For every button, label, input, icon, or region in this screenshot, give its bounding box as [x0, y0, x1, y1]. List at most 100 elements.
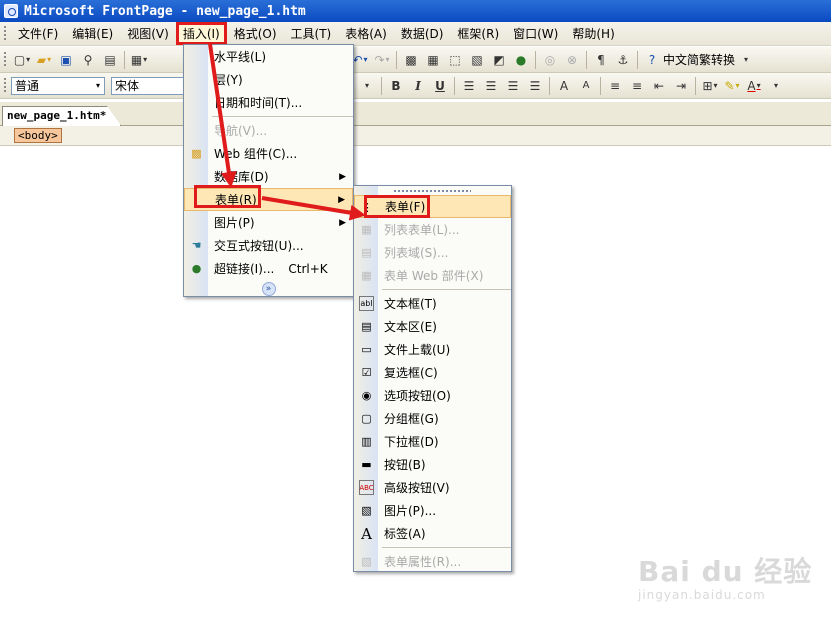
- toolbar-grip-handle[interactable]: [2, 51, 8, 68]
- list-form-icon: ▦: [361, 223, 372, 236]
- underline-button[interactable]: U: [431, 77, 449, 95]
- picture-icon[interactable]: ▧: [468, 51, 486, 69]
- menu-item-navigation[interactable]: 导航(V)...: [184, 119, 353, 142]
- menu-item-dropdown-box[interactable]: ▥ 下拉框(D): [354, 430, 511, 453]
- menu-data[interactable]: 数据(D): [394, 22, 451, 45]
- menu-item-hyperlink[interactable]: ● 超链接(I)... Ctrl+K: [184, 257, 353, 280]
- menu-item-textarea[interactable]: ▤ 文本区(E): [354, 315, 511, 338]
- numbered-list-icon[interactable]: ≡: [606, 77, 624, 95]
- menu-item-web-component[interactable]: ▩ Web 组件(C)...: [184, 142, 353, 165]
- body-tag-chip[interactable]: <body>: [14, 128, 62, 143]
- web-component-icon[interactable]: ▩: [402, 51, 420, 69]
- anchor-icon[interactable]: ⚓: [614, 51, 632, 69]
- decrease-font-icon[interactable]: A: [577, 77, 595, 95]
- menu-item-interactive-button[interactable]: ☚ 交互式按钮(U)...: [184, 234, 353, 257]
- menu-item-form[interactable]: 表单(R) ▶: [184, 188, 353, 211]
- toolbar-grip-handle[interactable]: [2, 77, 8, 94]
- tab-new-page-1[interactable]: new_page_1.htm*: [2, 106, 122, 126]
- menu-table[interactable]: 表格(A): [338, 22, 394, 45]
- menu-item-horizontal-line[interactable]: 水平线(L): [184, 45, 353, 68]
- show-all-icon[interactable]: ¶: [592, 51, 610, 69]
- stop-icon[interactable]: ⊗: [563, 51, 581, 69]
- toolbar-separator: [549, 76, 550, 95]
- font-size-dropdown-icon[interactable]: ▾: [358, 77, 376, 95]
- menu-item-textbox[interactable]: abl 文本框(T): [354, 292, 511, 315]
- submenu-drag-handle[interactable]: [394, 187, 471, 195]
- menu-item-label[interactable]: A 标签(A): [354, 522, 511, 545]
- menu-format[interactable]: 格式(O): [227, 22, 284, 45]
- bold-button[interactable]: B: [387, 77, 405, 95]
- menu-item-picture[interactable]: 图片(P) ▶: [184, 211, 353, 234]
- menu-item-list-form[interactable]: ▦ 列表表单(L)...: [354, 218, 511, 241]
- menu-bar: 文件(F) 编辑(E) 视图(V) 插入(I) 格式(O) 工具(T) 表格(A…: [0, 22, 831, 46]
- drawing-icon[interactable]: ◩: [490, 51, 508, 69]
- baidu-jingyan-watermark: Bai du 经验 jingyan.baidu.com: [638, 550, 812, 602]
- chinese-convert-button[interactable]: 中文简繁转换: [663, 51, 735, 68]
- style-select[interactable]: 普通 ▾: [11, 76, 105, 95]
- menu-separator: [382, 547, 511, 548]
- hyperlink-icon[interactable]: ●: [512, 51, 530, 69]
- menu-view[interactable]: 视图(V): [120, 22, 176, 45]
- align-center-icon[interactable]: ☰: [482, 77, 500, 95]
- layer-icon[interactable]: ⬚: [446, 51, 464, 69]
- submenu-arrow-icon: ▶: [339, 171, 346, 182]
- publish-icon[interactable]: ▤: [101, 51, 119, 69]
- menu-item-push-button[interactable]: ▬ 按钮(B): [354, 453, 511, 476]
- chevron-down-icon[interactable]: ▾: [737, 51, 755, 69]
- menubar-grip-handle[interactable]: [2, 25, 8, 42]
- refresh-icon[interactable]: ◎: [541, 51, 559, 69]
- menu-item-date-time[interactable]: 日期和时间(T)...: [184, 91, 353, 114]
- menu-window[interactable]: 窗口(W): [506, 22, 565, 45]
- open-folder-icon[interactable]: ▰: [35, 51, 53, 69]
- expand-menu-button[interactable]: »: [184, 280, 353, 298]
- menu-item-form-web-part[interactable]: ▦ 表单 Web 部件(X): [354, 264, 511, 287]
- web-part-icon: ▦: [361, 269, 372, 282]
- menu-frames[interactable]: 框架(R): [450, 22, 506, 45]
- frontpage-app-icon[interactable]: [4, 4, 18, 18]
- submenu-arrow-icon: ▶: [339, 217, 346, 228]
- italic-button[interactable]: I: [409, 77, 427, 95]
- menu-separator: [382, 289, 511, 290]
- align-left-icon[interactable]: ☰: [460, 77, 478, 95]
- web-component-icon: ▩: [191, 147, 202, 160]
- menu-file[interactable]: 文件(F): [11, 22, 65, 45]
- increase-font-icon[interactable]: A: [555, 77, 573, 95]
- save-icon[interactable]: ▣: [57, 51, 75, 69]
- table-grid-icon[interactable]: ▦: [424, 51, 442, 69]
- highlight-icon[interactable]: ✎: [723, 77, 741, 95]
- help-icon[interactable]: ?: [643, 51, 661, 69]
- menu-tools[interactable]: 工具(T): [284, 22, 339, 45]
- justify-icon[interactable]: ☰: [526, 77, 544, 95]
- menu-item-group-box[interactable]: ▢ 分组框(G): [354, 407, 511, 430]
- increase-indent-icon[interactable]: ⇥: [672, 77, 690, 95]
- bullet-list-icon[interactable]: ≡: [628, 77, 646, 95]
- insert-table-icon[interactable]: ▦: [130, 51, 148, 69]
- document-tab-bar: new_page_1.htm*: [0, 102, 831, 126]
- menu-item-database[interactable]: 数据库(D) ▶: [184, 165, 353, 188]
- chevron-down-icon[interactable]: ▾: [767, 77, 785, 95]
- chevron-down-icon[interactable]: ▾: [92, 78, 104, 94]
- menu-edit[interactable]: 编辑(E): [65, 22, 120, 45]
- toolbar-separator: [695, 76, 696, 95]
- align-right-icon[interactable]: ☰: [504, 77, 522, 95]
- font-color-icon[interactable]: A: [745, 77, 763, 95]
- menu-item-file-upload[interactable]: ▭ 文件上载(U): [354, 338, 511, 361]
- menu-item-form-properties[interactable]: ▧ 表单属性(R)...: [354, 550, 511, 573]
- menu-item-layer[interactable]: 层(Y): [184, 68, 353, 91]
- redo-icon[interactable]: ↷: [373, 51, 391, 69]
- menu-item-form-form[interactable]: ⋮ 表单(F): [354, 195, 511, 218]
- menu-insert[interactable]: 插入(I): [175, 22, 227, 45]
- search-icon[interactable]: ⚲: [79, 51, 97, 69]
- advanced-button-icon: ABC: [359, 480, 374, 495]
- menu-item-advanced-button[interactable]: ABC 高级按钮(V): [354, 476, 511, 499]
- menu-item-form-picture[interactable]: ▧ 图片(P)...: [354, 499, 511, 522]
- font-select[interactable]: 宋体: [111, 76, 185, 95]
- decrease-indent-icon[interactable]: ⇤: [650, 77, 668, 95]
- menu-help[interactable]: 帮助(H): [565, 22, 621, 45]
- standard-toolbar: ▢ ▰ ▣ ⚲ ▤ ▦ ✎ ↶ ↷ ▩ ▦ ⬚ ▧ ◩ ● ◎ ⊗ ¶ ⚓ ? …: [0, 47, 831, 73]
- menu-item-list-field[interactable]: ▤ 列表域(S)...: [354, 241, 511, 264]
- menu-item-option-button[interactable]: ◉ 选项按钮(O): [354, 384, 511, 407]
- menu-item-checkbox[interactable]: ☑ 复选框(C): [354, 361, 511, 384]
- borders-icon[interactable]: ⊞: [701, 77, 719, 95]
- new-page-icon[interactable]: ▢: [13, 51, 31, 69]
